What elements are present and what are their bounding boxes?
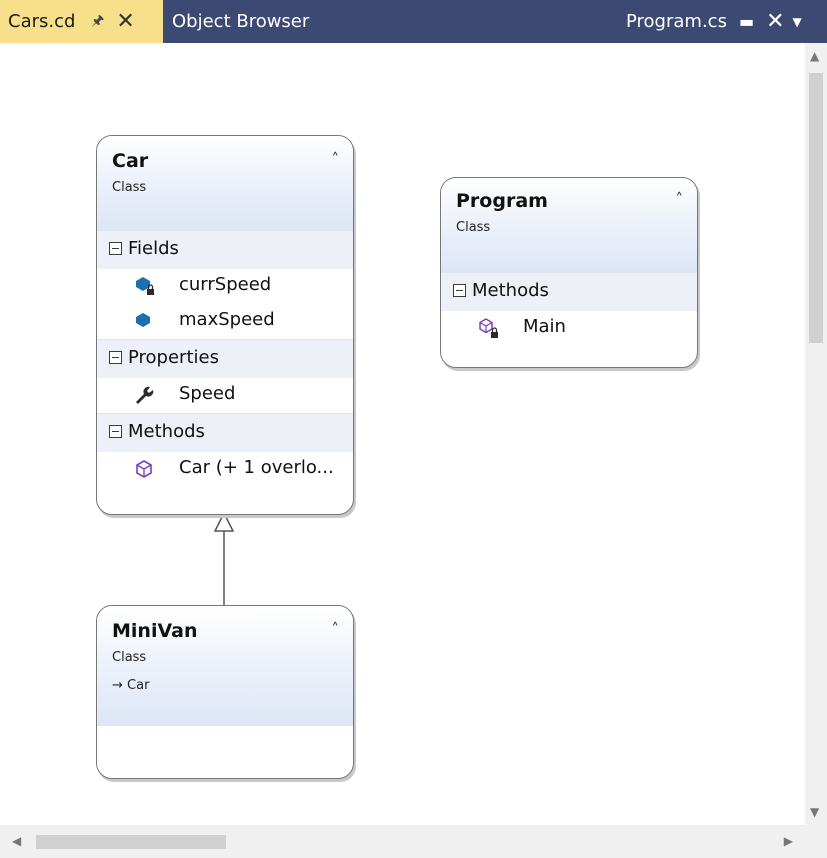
member-main[interactable]: Main [441, 311, 697, 346]
class-name: MiniVan [112, 620, 198, 642]
tab-cars-cd[interactable]: Cars.cd 🖈︎ ✕ [0, 0, 163, 43]
section-fields[interactable]: Fields [97, 230, 353, 269]
section-label: Methods [128, 421, 205, 442]
close-icon[interactable]: ✕ [116, 9, 134, 34]
scroll-right-arrow-icon[interactable]: ▶ [784, 834, 793, 848]
collapse-section-icon[interactable] [109, 425, 122, 438]
member-maxspeed[interactable]: maxSpeed [97, 304, 353, 339]
class-header: Program Class ˄︎ [441, 178, 697, 272]
section-label: Properties [128, 347, 219, 368]
class-kind: Class [112, 180, 147, 195]
collapse-section-icon[interactable] [453, 284, 466, 297]
pin-icon[interactable]: 🖈︎ [91, 10, 104, 34]
section-properties[interactable]: Properties [97, 339, 353, 378]
pin-icon[interactable]: ▬ [739, 12, 754, 31]
scroll-left-arrow-icon[interactable]: ◀ [12, 834, 21, 848]
class-diagram-window: Cars.cd 🖈︎ ✕ Object Browser Program.cs ▬… [0, 0, 827, 858]
vertical-scrollbar[interactable]: ▲ ▼ [805, 43, 827, 825]
document-tab-strip: Cars.cd 🖈︎ ✕ Object Browser Program.cs ▬… [0, 0, 827, 43]
class-shape-program[interactable]: Program Class ˄︎ Methods Main [440, 177, 698, 368]
class-kind: Class [456, 220, 491, 235]
class-header: Car Class ˄︎ [97, 136, 353, 230]
member-label: maxSpeed [179, 309, 275, 330]
tab-label: Program.cs [626, 11, 727, 32]
member-label: currSpeed [179, 274, 272, 295]
member-label: Car (+ 1 overlo... [179, 457, 334, 478]
tab-program-cs[interactable]: Program.cs ▬ ✕ ▼ [626, 0, 802, 43]
property-wrench-icon [136, 386, 154, 404]
member-label: Main [523, 316, 566, 337]
inheritance-arrowhead [213, 511, 235, 532]
collapse-chevron-icon[interactable]: ˄︎ [332, 620, 340, 638]
diagram-canvas[interactable]: Car Class ˄︎ Fields currSpeed maxSpeed P… [0, 43, 805, 825]
collapse-section-icon[interactable] [109, 351, 122, 364]
class-kind: Class [112, 650, 147, 665]
field-icon [136, 313, 150, 327]
member-currspeed[interactable]: currSpeed [97, 269, 353, 304]
collapse-section-icon[interactable] [109, 242, 122, 255]
tab-label: Object Browser [172, 11, 310, 32]
scrollbar-corner [805, 825, 827, 858]
member-label: Speed [179, 383, 236, 404]
class-name: Car [112, 150, 149, 172]
horizontal-scroll-thumb[interactable] [36, 835, 226, 849]
close-icon[interactable]: ✕ [766, 9, 784, 34]
base-class-label: → Car [112, 678, 150, 693]
class-header: MiniVan Class → Car ˄︎ [97, 606, 353, 726]
section-label: Methods [472, 280, 549, 301]
section-methods[interactable]: Methods [97, 413, 353, 452]
tab-label: Cars.cd [8, 11, 76, 32]
horizontal-scrollbar[interactable]: ◀ ▶ [0, 825, 805, 858]
collapse-chevron-icon[interactable]: ˄︎ [676, 190, 684, 208]
class-shape-minivan[interactable]: MiniVan Class → Car ˄︎ [96, 605, 354, 779]
section-label: Fields [128, 238, 179, 259]
collapse-chevron-icon[interactable]: ˄︎ [332, 150, 340, 168]
private-field-icon [136, 277, 154, 295]
member-speed[interactable]: Speed [97, 378, 353, 413]
method-icon [136, 460, 152, 478]
tab-object-browser[interactable]: Object Browser [172, 0, 309, 43]
private-method-icon [479, 318, 498, 338]
scroll-up-arrow-icon[interactable]: ▲ [810, 49, 819, 63]
class-shape-car[interactable]: Car Class ˄︎ Fields currSpeed maxSpeed P… [96, 135, 354, 515]
class-name: Program [456, 190, 548, 212]
chevron-down-icon[interactable]: ▼ [793, 15, 802, 29]
scroll-down-arrow-icon[interactable]: ▼ [810, 805, 819, 819]
member-car-constructor[interactable]: Car (+ 1 overlo... [97, 452, 353, 487]
section-methods[interactable]: Methods [441, 272, 697, 311]
vertical-scroll-thumb[interactable] [809, 73, 823, 343]
